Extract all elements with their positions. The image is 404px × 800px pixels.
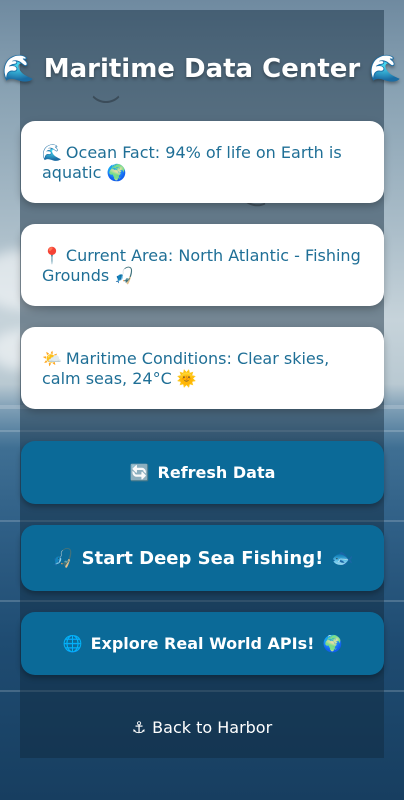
page-title: 🌊 Maritime Data Center 🌊 [0,54,404,84]
maritime-conditions-card: 🌤️ Maritime Conditions: Clear skies, calm… [21,327,384,409]
globe-icon: 🌍 [106,163,127,182]
explore-apis-label: Explore Real World APIs! [90,634,315,653]
wave-icon: 🌊 [2,54,35,84]
refresh-icon: 🔄 [129,463,150,482]
start-fishing-label: Start Deep Sea Fishing! [81,547,324,569]
fishing-rod-icon: 🎣 [114,266,135,285]
start-fishing-button[interactable]: 🎣 Start Deep Sea Fishing! 🐟 [21,525,384,591]
current-area-card: 📍 Current Area: North Atlantic - Fishing … [21,224,384,306]
back-to-harbor-link[interactable]: ⚓ Back to Harbor [0,718,404,737]
refresh-data-label: Refresh Data [157,463,276,482]
current-area-text: Current Area: North Atlantic - Fishing G… [42,246,361,285]
anchor-icon: ⚓ [131,718,147,737]
ocean-fact-text: Ocean Fact: 94% of life on Earth is aqua… [42,143,342,182]
pin-icon: 📍 [42,246,62,265]
fishing-rod-icon: 🎣 [51,547,74,569]
wave-icon: 🌊 [42,143,62,162]
ocean-fact-card: 🌊 Ocean Fact: 94% of life on Earth is aqu… [21,121,384,203]
refresh-data-button[interactable]: 🔄 Refresh Data [21,441,384,504]
earth-icon: 🌍 [322,634,343,653]
sun-cloud-icon: 🌤️ [42,349,62,368]
back-to-harbor-label: Back to Harbor [152,718,273,737]
fish-icon: 🐟 [331,547,354,569]
sun-icon: 🌞 [176,369,197,388]
wave-icon: 🌊 [369,54,402,84]
page-title-text: Maritime Data Center [43,54,361,84]
explore-apis-button[interactable]: 🌐 Explore Real World APIs! 🌍 [21,612,384,675]
globe-icon: 🌐 [62,634,83,653]
